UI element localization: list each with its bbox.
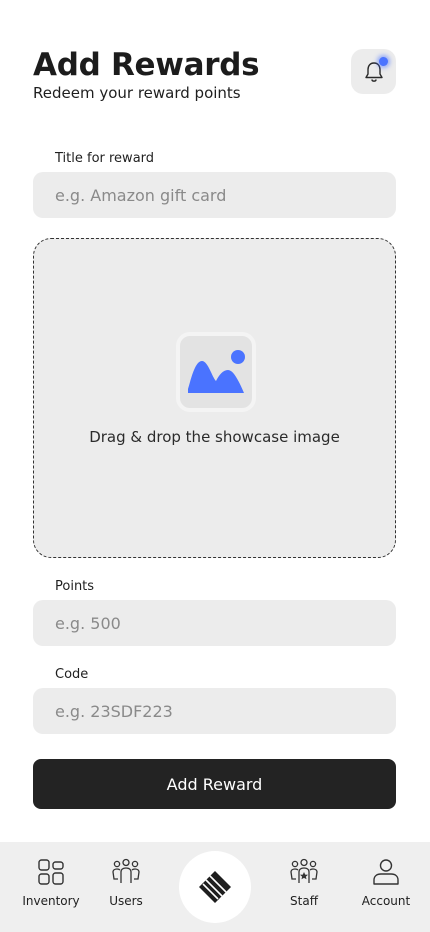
- users-icon: [112, 858, 140, 883]
- tab-label-inventory: Inventory: [22, 894, 80, 908]
- header: Add Rewards Redeem your reward points: [33, 46, 396, 106]
- notifications-button[interactable]: [351, 49, 396, 94]
- tab-account[interactable]: Account: [341, 858, 430, 908]
- tab-staff[interactable]: Staff: [259, 858, 349, 908]
- bottom-tab-bar: Inventory Users Staff Account: [0, 842, 430, 932]
- tab-users[interactable]: Users: [81, 858, 171, 908]
- staff-badge-icon: [290, 858, 318, 883]
- dropzone-text: Drag & drop the showcase image: [89, 428, 340, 446]
- grid-icon: [38, 859, 64, 885]
- notification-dot: [379, 57, 388, 66]
- image-dropzone[interactable]: Drag & drop the showcase image: [33, 238, 396, 558]
- logo-icon: [199, 871, 231, 903]
- user-icon: [373, 859, 399, 885]
- code-field-label: Code: [55, 667, 89, 682]
- tab-label-staff: Staff: [290, 894, 318, 908]
- title-input[interactable]: [33, 172, 396, 218]
- tab-label-account: Account: [361, 894, 411, 908]
- add-reward-button[interactable]: Add Reward: [33, 759, 396, 809]
- code-input[interactable]: [33, 688, 396, 734]
- image-icon: [188, 350, 245, 393]
- home-logo-button[interactable]: [179, 851, 251, 923]
- image-placeholder-tile: [176, 332, 256, 412]
- points-input[interactable]: [33, 600, 396, 646]
- title-field-label: Title for reward: [55, 151, 155, 166]
- tab-label-users: Users: [109, 894, 143, 908]
- page-subtitle: Redeem your reward points: [33, 84, 241, 102]
- page-title: Add Rewards: [33, 47, 260, 83]
- points-field-label: Points: [55, 579, 95, 594]
